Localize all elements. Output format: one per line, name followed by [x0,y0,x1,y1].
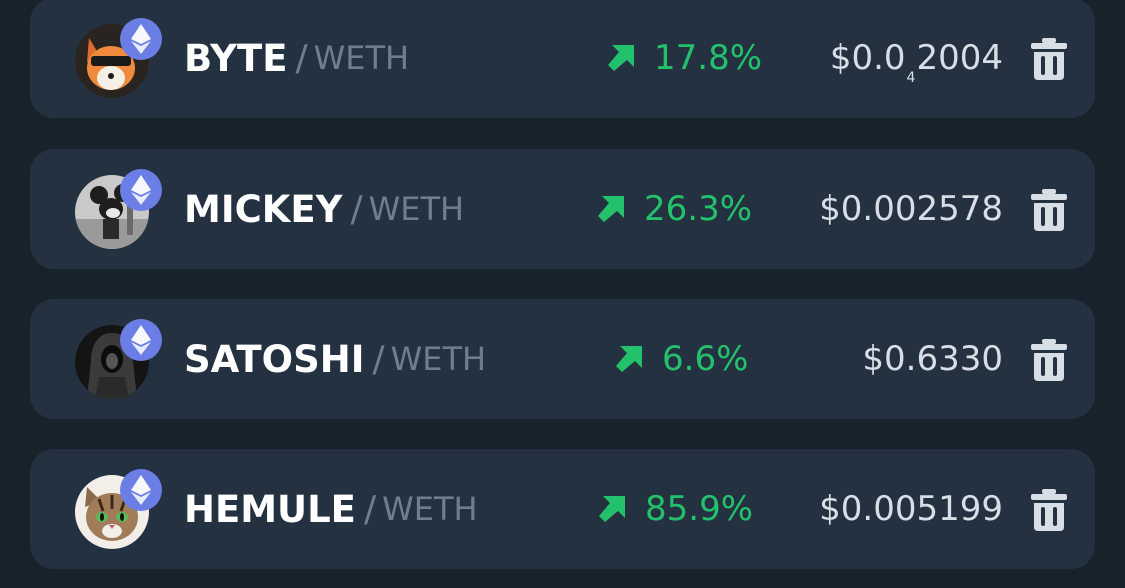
trash-icon[interactable] [1031,489,1067,531]
token-price: $0.002578 [819,149,1003,269]
pair-separator: / [363,488,377,530]
token-symbol: SATOSHI [184,337,365,381]
ethereum-icon [120,169,162,211]
price-change: 6.6% [616,299,748,419]
trash-icon[interactable] [1031,38,1067,80]
pair-separator: / [295,37,308,79]
quote-token: WETH [382,490,478,528]
token-price: $0.005199 [819,449,1003,569]
price-change-value: 17.8% [654,38,763,78]
watchlist: BYTE / WETH 17.8% $0.0 4 2004 MICKEY / W… [0,0,1125,588]
quote-token: WETH [368,190,465,228]
quote-token: WETH [390,340,487,378]
ethereum-icon [120,469,162,511]
price-value: $0.6330 [862,339,1003,379]
price-prefix: $0.0 [829,38,906,78]
token-pair: HEMULE / WETH [184,449,478,569]
token-symbol: MICKEY [184,187,343,231]
price-change: 85.9% [599,449,753,569]
price-suffix: 2004 [916,38,1003,78]
token-row-hemule[interactable]: HEMULE / WETH 85.9% $0.005199 [30,449,1095,569]
price-change-value: 6.6% [662,339,749,379]
arrow-up-right-icon [616,346,642,372]
token-avatar [75,18,162,98]
pair-separator: / [372,338,385,380]
arrow-up-right-icon [598,196,624,222]
arrow-up-right-icon [599,496,625,522]
price-zero-count: 4 [906,70,916,86]
price-value: $0.002578 [819,189,1003,229]
price-change: 26.3% [598,149,752,269]
quote-token: WETH [313,39,410,77]
token-avatar [75,469,162,549]
token-pair: SATOSHI / WETH [184,299,486,419]
arrow-up-right-icon [608,45,634,71]
ethereum-icon [120,319,162,361]
price-change: 17.8% [608,0,762,118]
token-avatar [75,169,162,249]
price-value: $0.005199 [819,489,1003,529]
token-avatar [75,319,162,399]
token-row-byte[interactable]: BYTE / WETH 17.8% $0.0 4 2004 [30,0,1095,118]
price-change-value: 26.3% [644,189,753,229]
token-row-satoshi[interactable]: SATOSHI / WETH 6.6% $0.6330 [30,299,1095,419]
pair-separator: / [350,188,363,230]
price-change-value: 85.9% [645,489,754,529]
token-pair: MICKEY / WETH [184,149,464,269]
token-pair: BYTE / WETH [184,0,409,118]
trash-icon[interactable] [1031,339,1067,381]
token-price: $0.6330 [862,299,1003,419]
token-price: $0.0 4 2004 [830,0,1003,118]
trash-icon[interactable] [1031,189,1067,231]
ethereum-icon [120,18,162,60]
token-symbol: BYTE [184,36,288,80]
token-symbol: HEMULE [184,487,356,531]
token-row-mickey[interactable]: MICKEY / WETH 26.3% $0.002578 [30,149,1095,269]
